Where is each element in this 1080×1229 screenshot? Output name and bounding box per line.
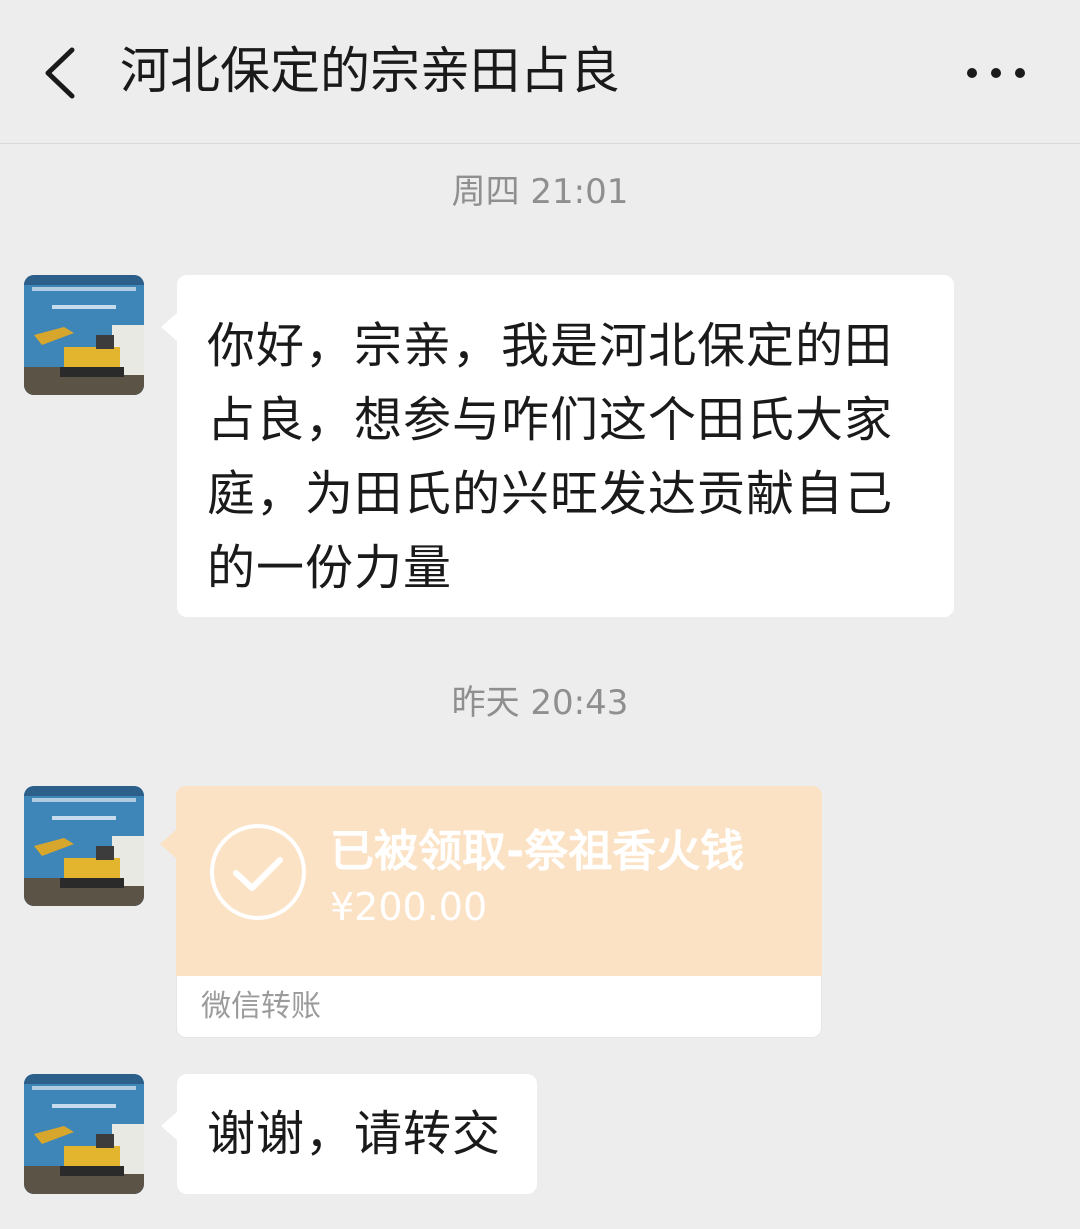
message-text: 谢谢，请转交	[207, 1106, 502, 1162]
transfer-label: 微信转账	[201, 989, 321, 1024]
bubble-tail	[161, 1112, 177, 1140]
back-button[interactable]	[28, 38, 98, 108]
more-button[interactable]	[958, 48, 1034, 98]
transfer-card[interactable]: 已被领取-祭祖香火钱 ¥200.00 微信转账	[160, 786, 822, 1038]
transfer-card-footer: 微信转账	[176, 976, 822, 1038]
more-dots-icon	[958, 48, 1034, 98]
chat-header: 河北保定的宗亲田占良	[0, 0, 1080, 144]
avatar[interactable]	[24, 275, 144, 395]
transfer-amount: ¥200.00	[330, 885, 488, 929]
bubble-tail	[160, 830, 176, 858]
message-timestamp: 周四 21:01	[451, 172, 629, 212]
transfer-card-body: 已被领取-祭祖香火钱 ¥200.00	[176, 786, 822, 976]
avatar[interactable]	[24, 1074, 144, 1194]
chat-title: 河北保定的宗亲田占良	[120, 42, 620, 100]
message-text: 你好，宗亲，我是河北保定的田占良，想参与咋们这个田氏大家庭，为田氏的兴旺发达贡献…	[207, 318, 894, 596]
transfer-status: 已被领取-祭祖香火钱	[330, 826, 745, 877]
message-bubble[interactable]: 谢谢，请转交	[161, 1074, 537, 1194]
avatar[interactable]	[24, 786, 144, 906]
chevron-left-icon	[28, 38, 98, 108]
message-timestamp: 昨天 20:43	[451, 683, 629, 723]
bubble-tail	[161, 313, 177, 341]
check-circle-icon	[208, 822, 308, 922]
message-bubble[interactable]: 你好，宗亲，我是河北保定的田占良，想参与咋们这个田氏大家庭，为田氏的兴旺发达贡献…	[161, 275, 954, 617]
